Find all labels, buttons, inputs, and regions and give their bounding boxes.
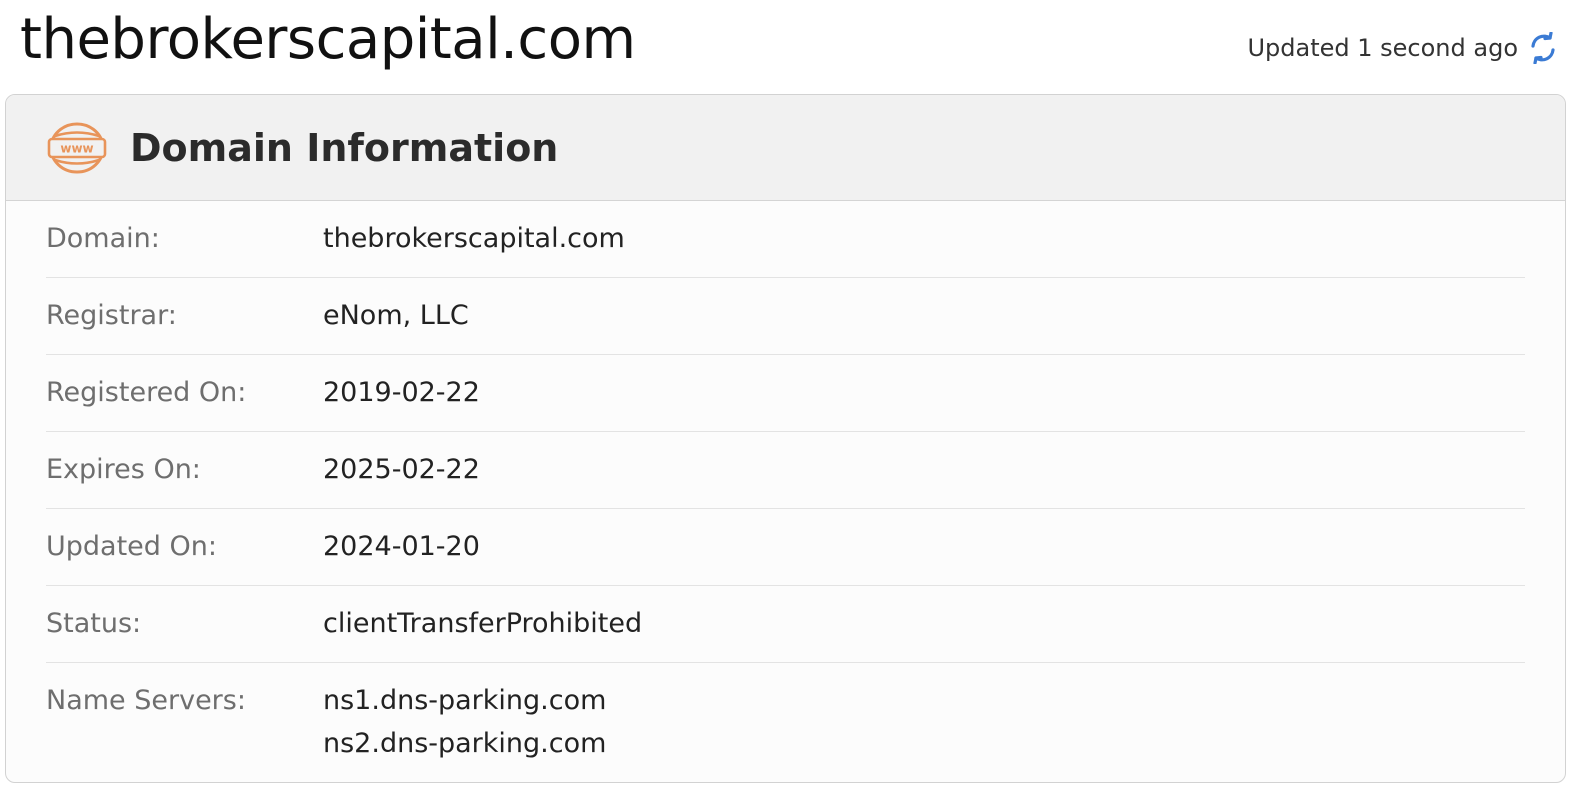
page-title: thebrokerscapital.com [20,7,636,72]
domain-information-card: www Domain Information Domain: thebroker… [5,94,1566,783]
table-row-updated-on: Updated On: 2024-01-20 [46,509,1525,586]
www-globe-icon: www [46,120,108,176]
row-label: Status: [46,608,142,639]
row-value: eNom, LLC [323,300,469,331]
row-label: Registered On: [46,377,247,408]
table-row-registrar: Registrar: eNom, LLC [46,278,1525,355]
name-server-item: ns1.dns-parking.com [323,685,607,716]
row-label: Registrar: [46,300,177,331]
domain-info-table: Domain: thebrokerscapital.com Registrar:… [6,201,1565,765]
row-value: 2024-01-20 [323,531,480,562]
name-server-list: ns1.dns-parking.com ns2.dns-parking.com [323,663,606,765]
table-row-expires-on: Expires On: 2025-02-22 [46,432,1525,509]
www-icon-text: www [60,141,93,155]
table-row-name-servers: Name Servers: ns1.dns-parking.com ns2.dn… [46,663,1525,765]
row-value: 2025-02-22 [323,454,480,485]
card-header: www Domain Information [6,95,1565,201]
row-value: thebrokerscapital.com [323,223,625,254]
row-value: 2019-02-22 [323,377,480,408]
name-server-item: ns2.dns-parking.com [323,728,607,759]
row-label: Updated On: [46,531,217,562]
table-row-domain: Domain: thebrokerscapital.com [46,201,1525,278]
page: thebrokerscapital.com Updated 1 second a… [0,0,1584,810]
updated-text: Updated 1 second ago [1247,34,1518,62]
card-title: Domain Information [130,125,559,170]
row-label: Name Servers: [46,685,246,716]
refresh-icon[interactable] [1528,32,1558,64]
updated-status: Updated 1 second ago [1247,32,1558,64]
row-label: Domain: [46,223,160,254]
row-label: Expires On: [46,454,201,485]
row-value: clientTransferProhibited [323,608,643,639]
table-row-status: Status: clientTransferProhibited [46,586,1525,663]
table-row-registered-on: Registered On: 2019-02-22 [46,355,1525,432]
